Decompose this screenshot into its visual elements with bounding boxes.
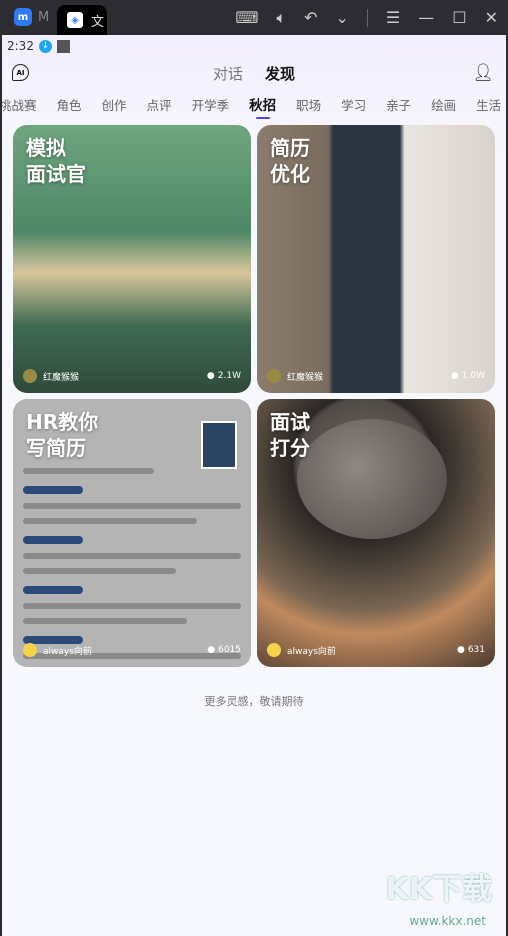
top-nav: AI 对话 发现 👤︎ xyxy=(2,57,506,89)
card-title: HR教你 写简历 xyxy=(26,410,99,460)
keyboard-icon[interactable]: ⌨ xyxy=(235,8,258,27)
like-count: 6015 xyxy=(218,645,241,655)
ai-icon[interactable]: AI xyxy=(12,64,29,81)
category-tab[interactable]: 开学季 xyxy=(182,95,240,114)
flame-icon: ● xyxy=(450,371,459,381)
flame-icon: ● xyxy=(207,645,216,655)
category-tab[interactable]: 亲子 xyxy=(376,95,421,114)
category-tab[interactable]: 点评 xyxy=(137,95,182,114)
status-bar: 2:32 ↓ xyxy=(2,35,506,57)
app-icon: m xyxy=(14,8,32,26)
card-mock-interviewer[interactable]: 模拟 面试官 红魔猴猴 ● 2.1W xyxy=(13,125,251,393)
like-count: 1.0W xyxy=(461,371,485,381)
chevron-down-icon[interactable]: ⌄ xyxy=(336,8,349,27)
close-icon[interactable]: ✕ xyxy=(485,8,498,27)
category-tab[interactable]: 学习 xyxy=(331,95,376,114)
more-coming-text: 更多灵感，敬请期待 xyxy=(204,695,304,708)
menu-icon[interactable]: ☰ xyxy=(386,8,400,27)
author-name: 红魔猴猴 xyxy=(287,372,324,383)
category-tab[interactable]: 秋招 xyxy=(239,94,286,119)
avatar xyxy=(267,643,281,657)
card-title: 简历 优化 xyxy=(270,136,310,186)
flame-icon: ● xyxy=(456,645,465,655)
window-titlebar: mM ◈ 文 ⌨ 🔈︎ ↶ ⌄ ☰ — ☐ ✕ xyxy=(0,0,508,35)
watermark-logo: KK下载 xyxy=(385,872,493,907)
like-count: 2.1W xyxy=(217,371,241,381)
minimize-icon[interactable]: — xyxy=(418,8,434,27)
category-tab[interactable]: 生活 xyxy=(466,95,506,114)
download-icon: ↓ xyxy=(38,39,52,53)
app-icon: ◈ xyxy=(67,12,83,28)
window-tab-2[interactable]: ◈ 文 xyxy=(57,5,107,35)
resume-preview xyxy=(23,459,241,667)
card-hr-resume[interactable]: HR教你 写简历 always向前 ● 6015 xyxy=(13,399,251,667)
card-resume-optimize[interactable]: 简历 优化 红魔猴猴 ● 1.0W xyxy=(257,125,495,393)
volume-icon[interactable]: 🔈︎ xyxy=(276,8,286,28)
app-screen: 2:32 ↓ AI 对话 发现 👤︎ 挑战赛 角色 创作 点评 开学季 秋招 职场 学习 亲子绘… xyxy=(2,35,506,936)
category-tab[interactable]: 挑战赛 xyxy=(2,95,47,114)
window-tab-1[interactable]: mM xyxy=(14,8,49,26)
like-count: 631 xyxy=(467,645,485,655)
card-grid: 模拟 面试官 红魔猴猴 ● 2.1W 简历 优化 红魔猴猴 ● 1.0W HR教你 写简历 a… xyxy=(2,119,506,667)
category-tab[interactable]: 职场 xyxy=(286,95,331,114)
author-name: always向前 xyxy=(287,646,336,657)
avatar xyxy=(23,643,37,657)
author-name: 红魔猴猴 xyxy=(43,372,80,383)
category-tab[interactable]: 绘画 xyxy=(421,95,466,114)
card-title: 面试 打分 xyxy=(270,410,310,460)
tab-discover[interactable]: 发现 xyxy=(265,63,295,84)
maximize-icon[interactable]: ☐ xyxy=(452,8,466,27)
author-name: always向前 xyxy=(43,646,92,657)
tab-chat[interactable]: 对话 xyxy=(213,63,243,84)
avatar xyxy=(23,369,37,383)
category-bar: 挑战赛角色创作点评开学季秋招职场学习亲子绘画生活职 xyxy=(2,89,506,119)
avatar xyxy=(267,369,281,383)
tab-label: M xyxy=(38,9,50,25)
tab-label: 文 xyxy=(91,14,105,30)
card-title: 模拟 面试官 xyxy=(26,136,86,186)
undo-icon[interactable]: ↶ xyxy=(304,8,317,27)
user-icon[interactable]: 👤︎ xyxy=(472,63,494,83)
category-tab[interactable]: 创作 xyxy=(92,95,137,114)
category-tab[interactable]: 角色 xyxy=(47,95,92,114)
watermark-url: www.kkx.net xyxy=(409,914,486,928)
divider xyxy=(366,8,368,27)
status-time: 2:32 xyxy=(7,39,34,53)
notification-icon xyxy=(56,39,70,53)
flame-icon: ● xyxy=(206,371,215,381)
moon-image xyxy=(297,419,447,539)
card-interview-score[interactable]: 面试 打分 always向前 ● 631 xyxy=(257,399,495,667)
